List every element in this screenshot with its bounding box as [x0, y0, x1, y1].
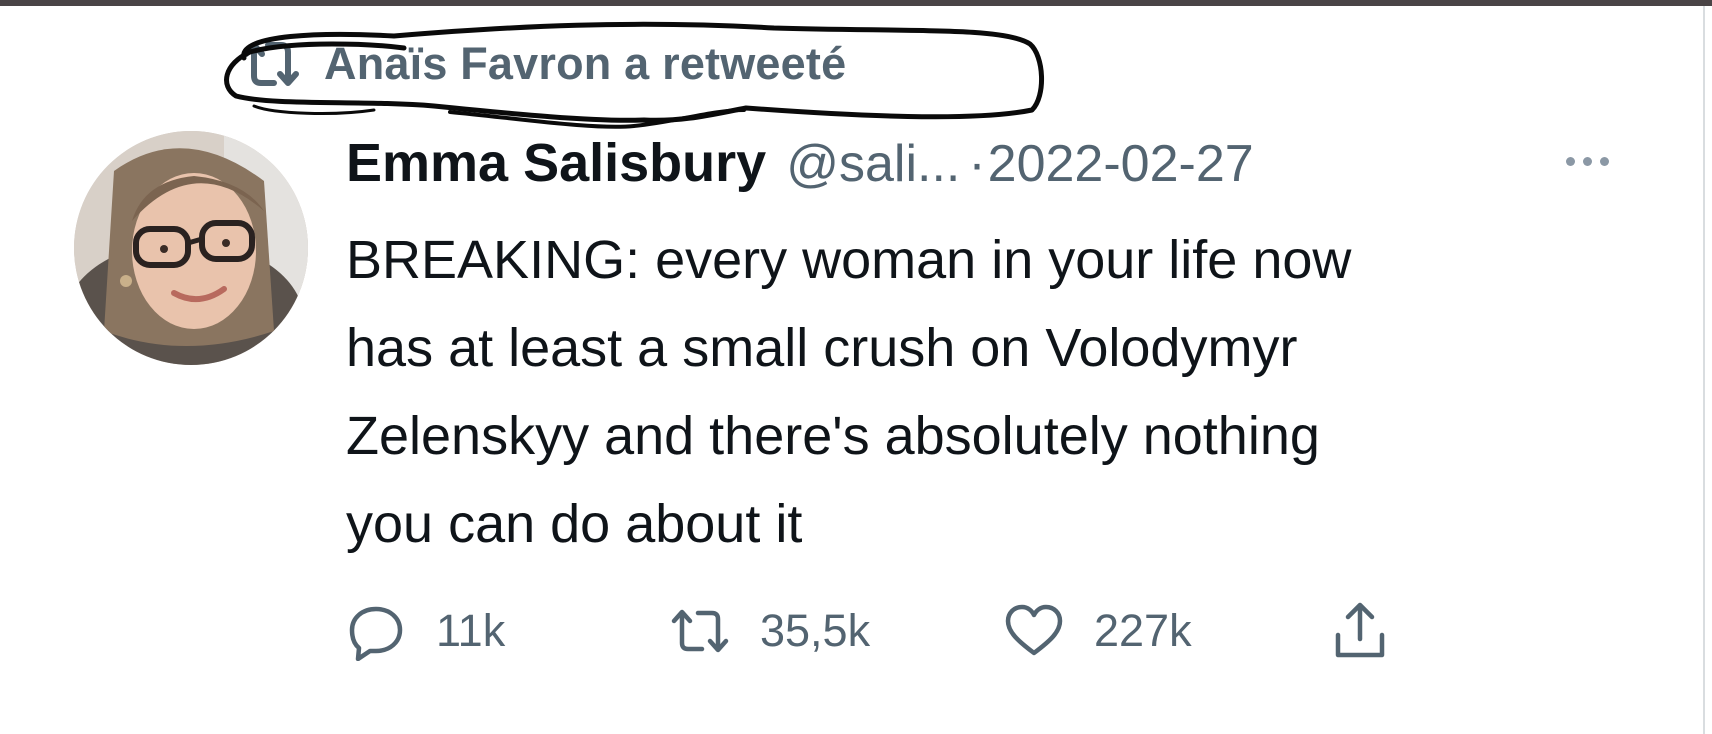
reply-icon: [349, 606, 403, 661]
retweet-icon: [671, 609, 729, 653]
retweeted-by-label[interactable]: Anaïs Favron a retweeté: [324, 38, 846, 90]
tweet-date[interactable]: 2022-02-27: [988, 134, 1254, 194]
tweet-text-line: Zelenskyy and there's absolutely nothing: [346, 406, 1320, 466]
like-count: 227k: [1094, 605, 1192, 656]
tweet[interactable]: Anaïs Favron a retweeté Emma Salisbury @…: [0, 0, 1700, 728]
timeline-border: [1703, 6, 1705, 734]
reply-count: 11k: [436, 605, 506, 656]
header-separator: ·: [968, 135, 986, 193]
like-button[interactable]: 227k: [1004, 596, 1192, 666]
tweet-text-line: you can do about it: [346, 494, 803, 554]
share-button[interactable]: [1330, 596, 1390, 666]
retweet-count: 35,5k: [760, 605, 871, 656]
more-options-button[interactable]: [1552, 146, 1622, 176]
tweet-text: BREAKING: every woman in your life now h…: [346, 216, 1646, 568]
more-icon-dot: [1582, 156, 1592, 166]
retweet-context[interactable]: Anaïs Favron a retweeté: [240, 36, 846, 92]
avatar-photo: [74, 131, 308, 365]
tweet-text-line: BREAKING: every woman in your life now: [346, 230, 1352, 290]
more-icon: [1565, 156, 1575, 166]
share-icon: [1335, 602, 1385, 658]
heart-icon: [1005, 604, 1063, 656]
tweet-header: Emma Salisbury @sali... · 2022-02-27: [346, 132, 1254, 202]
author-avatar[interactable]: [74, 131, 308, 365]
tweet-text-line: has at least a small crush on Volodymyr: [346, 318, 1298, 378]
author-handle[interactable]: @sali...: [786, 134, 960, 194]
retweet-icon: [243, 42, 299, 86]
author-display-name[interactable]: Emma Salisbury: [346, 132, 766, 194]
more-icon-dot: [1599, 156, 1609, 166]
retweet-button[interactable]: 35,5k: [670, 596, 870, 666]
reply-button[interactable]: 11k: [346, 596, 505, 666]
